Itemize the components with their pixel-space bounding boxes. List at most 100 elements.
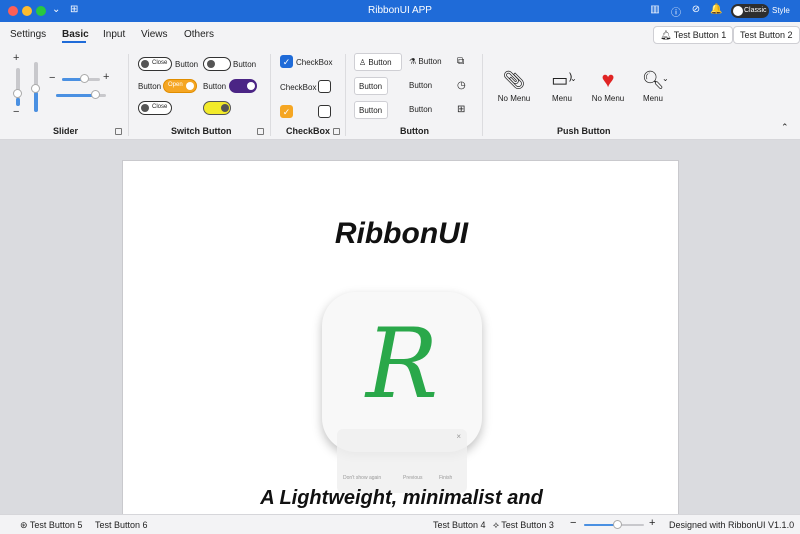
- style-toggle[interactable]: Classic: [731, 4, 769, 18]
- switch-close-1[interactable]: Close: [138, 57, 172, 71]
- group-expand-icon[interactable]: [333, 128, 340, 135]
- checkbox-checked-blue[interactable]: ✓: [280, 55, 293, 68]
- checkbox-checked-orange[interactable]: ✓: [280, 105, 293, 118]
- push-label: Menu: [642, 94, 663, 103]
- button-label: Button: [368, 58, 392, 67]
- test-button-1-label: Test Button 1: [673, 30, 727, 40]
- heart-icon: ♥: [601, 67, 615, 92]
- horizontal-slider-2-handle[interactable]: [91, 90, 100, 99]
- button-flat[interactable]: Button: [405, 77, 439, 95]
- group-divider: [270, 54, 271, 136]
- ribbon-panel: + − − + Slider Close Button Button Butto…: [0, 48, 800, 140]
- switch-on-purple[interactable]: [229, 79, 257, 93]
- test-button-1[interactable]: 🔔︎ Test Button 1: [653, 26, 734, 44]
- clock-icon[interactable]: ◷: [457, 80, 466, 91]
- minus-icon[interactable]: −: [49, 72, 55, 84]
- status-button-3-label: Test Button 3: [501, 520, 554, 530]
- button-with-icon[interactable]: ♙ Button: [354, 53, 402, 71]
- zoom-slider-handle[interactable]: [613, 520, 622, 529]
- switch-dot: [141, 104, 149, 112]
- faded-dialog: × Don't show again Previous Finish: [337, 429, 467, 493]
- switch-dot: [141, 60, 149, 68]
- button-label: Button: [418, 57, 442, 66]
- status-bar: ⊛ Test Button 5 Test Button 6 Test Butto…: [0, 514, 800, 534]
- user-icon: ⊛: [20, 520, 30, 530]
- switch-open[interactable]: Open: [163, 79, 197, 93]
- attach-icon: 📎︎: [502, 70, 526, 90]
- checkbox-unchecked[interactable]: [318, 105, 331, 118]
- zoom-out-icon[interactable]: −: [570, 517, 576, 529]
- finish-button[interactable]: Finish: [439, 475, 452, 481]
- switch-text: Open: [168, 82, 183, 88]
- switch-on-yellow[interactable]: [203, 101, 231, 115]
- button-flat[interactable]: Button: [405, 101, 439, 119]
- group-divider: [345, 54, 346, 136]
- switch-label: Button: [175, 60, 199, 69]
- tab-input[interactable]: Input: [103, 29, 125, 40]
- push-button-attach[interactable]: 📎︎ No Menu: [495, 68, 533, 103]
- test-button-2[interactable]: Test Button 2: [733, 26, 800, 44]
- previous-button[interactable]: Previous: [403, 475, 422, 481]
- plus-icon[interactable]: +: [103, 71, 109, 83]
- horizontal-slider-1-handle[interactable]: [80, 74, 89, 83]
- minus-icon[interactable]: −: [13, 106, 19, 118]
- document-title: RibbonUI: [334, 217, 469, 250]
- switch-close-2[interactable]: Close: [138, 101, 172, 115]
- plus-icon[interactable]: +: [13, 52, 19, 64]
- collapse-ribbon-icon[interactable]: ⌃: [781, 122, 789, 133]
- switch-dot: [221, 104, 229, 112]
- switch-dot: [186, 82, 194, 90]
- horizontal-slider-1-fill: [62, 78, 82, 81]
- info-icon[interactable]: ⓘ: [670, 4, 682, 19]
- person-icon: ♙: [359, 58, 367, 67]
- tab-views[interactable]: Views: [141, 29, 168, 40]
- switch-off-1[interactable]: [203, 57, 231, 71]
- push-label: No Menu: [591, 94, 625, 103]
- group-expand-icon[interactable]: [257, 128, 264, 135]
- tab-others[interactable]: Others: [184, 29, 214, 40]
- switch-text: Close: [152, 60, 168, 66]
- bell-icon[interactable]: 🔔: [710, 4, 722, 15]
- dont-show-checkbox[interactable]: Don't show again: [343, 475, 381, 481]
- group-expand-icon[interactable]: [115, 128, 122, 135]
- no-pin-icon[interactable]: ⊘: [690, 4, 702, 15]
- app-logo-letter: R: [365, 308, 439, 420]
- push-button-heart[interactable]: ♥ No Menu: [589, 67, 627, 104]
- tab-settings[interactable]: Settings: [10, 29, 46, 40]
- status-button-5[interactable]: ⊛ Test Button 5: [20, 520, 82, 531]
- push-label: Menu: [551, 94, 572, 103]
- group-divider: [482, 54, 483, 136]
- title-bar: ⌄ ⊞ RibbonUI APP ▥ ⓘ ⊘ 🔔 ◐ Classic Style: [0, 0, 800, 22]
- flask-icon: ⚗: [409, 57, 417, 66]
- chevron-down-icon[interactable]: ⌄: [570, 74, 577, 83]
- checkbox-label: CheckBox: [280, 83, 317, 92]
- vertical-slider-2-handle[interactable]: [31, 84, 40, 93]
- bell-outline-icon: 🔔︎: [660, 30, 674, 40]
- vertical-slider-1-fill: [16, 98, 20, 106]
- window-icon[interactable]: ⧉: [457, 56, 464, 67]
- status-button-4[interactable]: Test Button 4: [433, 520, 486, 530]
- grid-icon[interactable]: ⊞: [457, 104, 465, 115]
- chevron-down-icon[interactable]: ⌄: [662, 74, 669, 83]
- button-bordered[interactable]: Button: [354, 101, 388, 119]
- style-toggle-knob: [733, 6, 743, 16]
- app-logo: R: [322, 292, 482, 452]
- button-bordered[interactable]: Button: [354, 77, 388, 95]
- zoom-in-icon[interactable]: +: [649, 517, 655, 529]
- push-label: No Menu: [497, 94, 531, 103]
- status-button-3[interactable]: ⟡ Test Button 3: [493, 520, 554, 531]
- switch-label: Button: [203, 82, 227, 91]
- checkbox-unchecked[interactable]: [318, 80, 331, 93]
- designed-with-label: Designed with RibbonUI V1.1.0: [669, 520, 795, 530]
- active-tab-indicator: [62, 41, 86, 43]
- switch-dot: [207, 60, 215, 68]
- switch-dot: [247, 82, 255, 90]
- map-icon[interactable]: ▥: [649, 4, 661, 15]
- tab-basic[interactable]: Basic: [62, 29, 89, 40]
- close-icon[interactable]: ×: [456, 432, 461, 441]
- button-flat-icon[interactable]: ⚗ Button: [405, 53, 453, 71]
- status-button-6[interactable]: Test Button 6: [95, 520, 148, 530]
- style-label: Style: [772, 6, 790, 15]
- vertical-slider-1-handle[interactable]: [13, 89, 22, 98]
- group-label-push: Push Button: [557, 126, 611, 136]
